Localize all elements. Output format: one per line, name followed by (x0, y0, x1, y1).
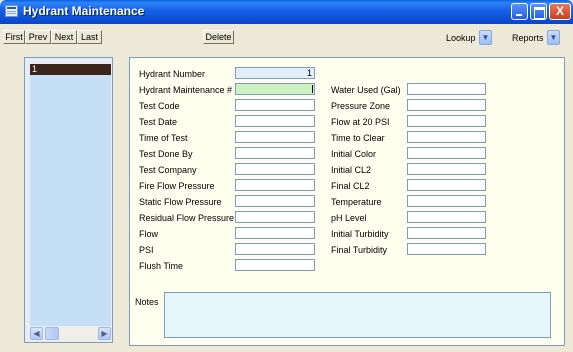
fire-flow-pressure-field[interactable] (235, 179, 315, 191)
field-label: Final Turbidity (331, 245, 388, 255)
test-date-field[interactable] (235, 115, 315, 127)
field-label: Flush Time (139, 261, 184, 271)
field-label: Fire Flow Pressure (139, 181, 215, 191)
final-turbidity-field[interactable] (407, 243, 486, 255)
maximize-button[interactable] (530, 3, 547, 20)
field-label: Initial Color (331, 149, 377, 159)
field-label: Time to Clear (331, 133, 385, 143)
chevron-left-icon: ◀ (33, 329, 40, 338)
field-label: Initial CL2 (331, 165, 372, 175)
form-window-icon (5, 5, 18, 17)
test-code-field[interactable] (235, 99, 315, 111)
field-label: Test Done By (139, 149, 193, 159)
field-label: Pressure Zone (331, 101, 391, 111)
field-label: pH Level (331, 213, 367, 223)
psi-field[interactable] (235, 243, 315, 255)
field-label: Test Company (139, 165, 197, 175)
list-item[interactable]: 1 (30, 64, 111, 75)
field-label: Water Used (Gal) (331, 85, 401, 95)
close-icon: X (555, 4, 564, 18)
next-button[interactable]: Next (51, 30, 77, 44)
prev-button[interactable]: Prev (25, 30, 51, 44)
maintenance-number-label: Hydrant Maintenance # (139, 85, 233, 95)
title-bar[interactable]: Hydrant Maintenance X (0, 0, 573, 24)
window-title: Hydrant Maintenance (23, 4, 145, 18)
time-to-clear-field[interactable] (407, 131, 486, 143)
initial-cl2-field[interactable] (407, 163, 486, 175)
first-button[interactable]: First (3, 30, 25, 44)
residual-flow-pressure-field[interactable] (235, 211, 315, 223)
lookup-label: Lookup (446, 33, 476, 43)
notes-textarea[interactable] (164, 292, 551, 338)
field-label: Test Code (139, 101, 180, 111)
ph-level-field[interactable] (407, 211, 486, 223)
chevron-down-icon: ▼ (481, 33, 490, 42)
test-company-field[interactable] (235, 163, 315, 175)
field-label: Final CL2 (331, 181, 370, 191)
final-cl2-field[interactable] (407, 179, 486, 191)
field-label: Static Flow Pressure (139, 197, 222, 207)
flow-field[interactable] (235, 227, 315, 239)
field-label: Flow (139, 229, 159, 239)
scroll-right-button[interactable]: ▶ (98, 327, 111, 340)
scrollbar-thumb[interactable] (45, 327, 59, 340)
field-label: PSI (139, 245, 154, 255)
reports-label: Reports (512, 33, 544, 43)
static-flow-pressure-field[interactable] (235, 195, 315, 207)
time-of-test-field[interactable] (235, 131, 315, 143)
flush-time-field[interactable] (235, 259, 315, 271)
field-label: Temperature (331, 197, 382, 207)
reports-dropdown-button[interactable]: ▼ (547, 30, 560, 45)
scroll-left-button[interactable]: ◀ (30, 327, 43, 340)
maintenance-number-field[interactable] (235, 83, 315, 95)
minimize-button[interactable] (511, 3, 528, 20)
hydrant-number-field[interactable]: 1 (235, 67, 315, 79)
initial-turbidity-field[interactable] (407, 227, 486, 239)
field-label: Flow at 20 PSI (331, 117, 390, 127)
field-label: Time of Test (139, 133, 188, 143)
water-used-field[interactable] (407, 83, 486, 95)
notes-label: Notes (135, 297, 159, 307)
delete-button[interactable]: Delete (203, 30, 234, 44)
close-button[interactable]: X (549, 3, 571, 20)
test-done-by-field[interactable] (235, 147, 315, 159)
chevron-right-icon: ▶ (101, 329, 108, 338)
flow-at-20-psi-field[interactable] (407, 115, 486, 127)
pressure-zone-field[interactable] (407, 99, 486, 111)
record-list[interactable]: 1 (30, 64, 111, 326)
field-label: Initial Turbidity (331, 229, 389, 239)
lookup-dropdown-button[interactable]: ▼ (479, 30, 492, 45)
field-label: Residual Flow Pressure (139, 213, 235, 223)
temperature-field[interactable] (407, 195, 486, 207)
last-button[interactable]: Last (77, 30, 102, 44)
field-label: Test Date (139, 117, 178, 127)
chevron-down-icon: ▼ (549, 33, 558, 42)
hydrant-number-label: Hydrant Number (139, 69, 206, 79)
initial-color-field[interactable] (407, 147, 486, 159)
horizontal-scrollbar[interactable]: ◀ ▶ (30, 327, 111, 340)
